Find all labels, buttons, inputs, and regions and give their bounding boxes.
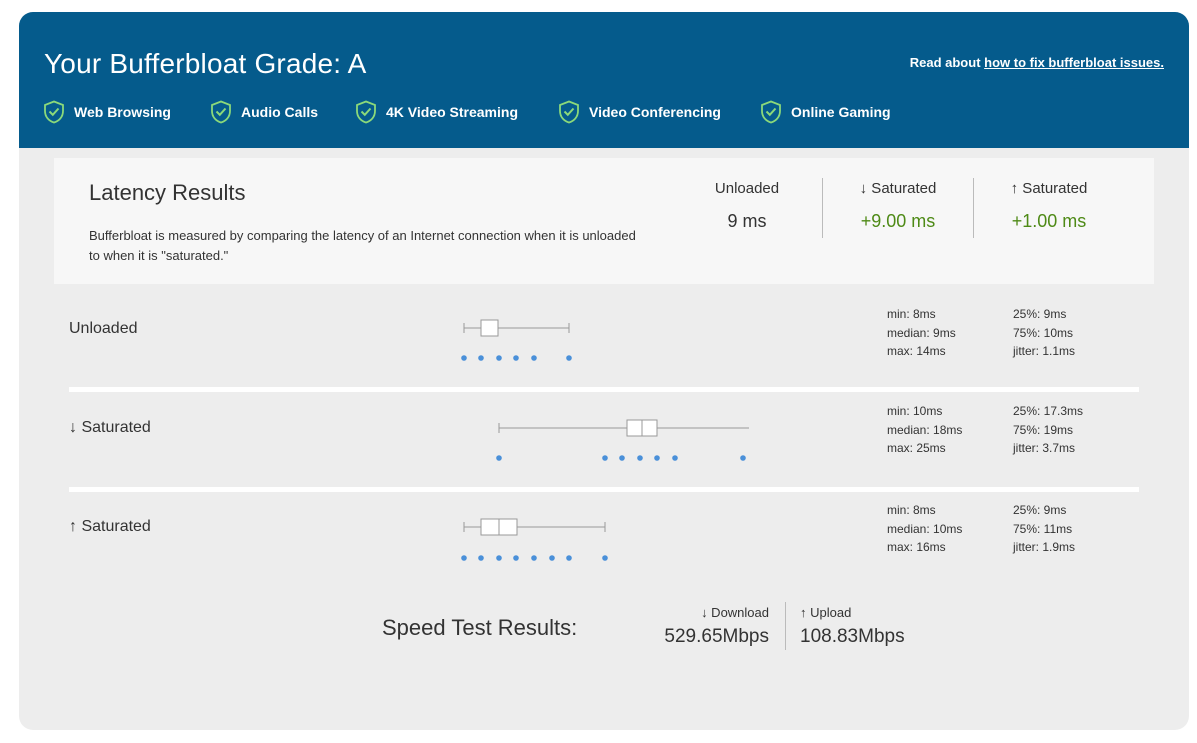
sample-dot <box>496 555 502 561</box>
stat-p75: 75%: 10ms <box>1013 325 1074 340</box>
stat-max: max: 14ms <box>887 344 946 358</box>
badge-video-conferencing: Video Conferencing <box>558 100 721 124</box>
stat-p25: 25%: 9ms <box>1013 503 1067 517</box>
sample-dot <box>740 455 746 461</box>
box-plot <box>461 319 572 361</box>
upload-label: ↑ Upload <box>800 605 852 620</box>
badge-label: 4K Video Streaming <box>386 104 519 120</box>
row-separator <box>69 387 1139 392</box>
sample-dot <box>461 555 467 561</box>
badge-label: Web Browsing <box>74 104 171 120</box>
stat-jitter: jitter: 1.9ms <box>1013 540 1076 554</box>
shield-check-icon <box>44 100 64 124</box>
row-name: Unloaded <box>69 320 138 337</box>
stat-down-saturated: ↓ Saturated +9.00 ms <box>823 180 973 232</box>
badge-web-browsing: Web Browsing <box>43 100 171 124</box>
badge-online-gaming: Online Gaming <box>760 100 891 124</box>
shield-check-icon <box>761 100 781 124</box>
stat-label: ↓ Saturated <box>859 180 937 197</box>
sample-dot <box>654 455 660 461</box>
stat-min: min: 10ms <box>887 404 943 418</box>
stat-p25: 25%: 9ms <box>1013 307 1067 321</box>
stats-left: min: 10ms median: 18ms max: 25ms <box>887 402 962 458</box>
stat-max: max: 16ms <box>887 540 946 554</box>
latency-title: Latency Results <box>89 180 246 205</box>
stat-p75: 75%: 11ms <box>1013 521 1073 536</box>
stat-jitter: jitter: 3.7ms <box>1013 441 1076 455</box>
results-card: Your Bufferbloat Grade: A Read about how… <box>19 12 1189 730</box>
stat-min: min: 8ms <box>887 307 936 321</box>
sample-dot <box>566 555 572 561</box>
download-label: ↓ Download <box>701 605 769 620</box>
row-name: ↑ Saturated <box>69 518 151 535</box>
sample-dot <box>496 455 502 461</box>
sample-dot <box>478 555 484 561</box>
box-plot <box>461 518 608 561</box>
sample-dot <box>531 355 537 361</box>
stat-value: +1.00 ms <box>1011 211 1087 231</box>
stat-up-saturated: ↑ Saturated +1.00 ms <box>974 180 1124 232</box>
stat-median: median: 9ms <box>887 325 956 340</box>
fix-bufferbloat-link[interactable]: how to fix bufferbloat issues. <box>984 55 1164 70</box>
sample-dot <box>531 555 537 561</box>
upload-result: ↑ Upload 108.83Mbps <box>800 605 905 648</box>
stat-value: 9 ms <box>727 211 767 231</box>
sample-dot <box>549 555 555 561</box>
grade-header: Your Bufferbloat Grade: A Read about how… <box>19 12 1189 148</box>
box-plot <box>496 419 749 461</box>
sample-dot <box>637 455 643 461</box>
badge-label: Audio Calls <box>241 104 319 120</box>
stat-max: max: 25ms <box>887 441 946 455</box>
sample-dot <box>478 355 484 361</box>
sample-dot <box>602 455 608 461</box>
download-value: 529.65Mbps <box>664 626 769 647</box>
stats-right: 25%: 17.3ms 75%: 19ms jitter: 3.7ms <box>1013 402 1083 458</box>
speed-test-title: Speed Test Results: <box>382 615 578 640</box>
stat-label: ↑ Saturated <box>1010 180 1088 197</box>
latency-results-panel: Latency Results Bufferbloat is measured … <box>54 158 1154 284</box>
iqr-box <box>480 319 499 337</box>
stat-median: median: 18ms <box>887 422 963 437</box>
badge-label: Online Gaming <box>791 104 891 120</box>
sample-dot <box>566 355 572 361</box>
download-result: ↓ Download 529.65Mbps <box>661 605 769 648</box>
stats-left: min: 8ms median: 9ms max: 14ms <box>887 305 956 361</box>
stat-jitter: jitter: 1.1ms <box>1013 344 1076 358</box>
stat-min: min: 8ms <box>887 503 936 517</box>
shield-check-icon <box>356 100 376 124</box>
fix-prefix: Read about <box>909 55 985 70</box>
upload-value: 108.83Mbps <box>800 626 905 647</box>
sample-dot <box>496 355 502 361</box>
stat-p25: 25%: 17.3ms <box>1013 404 1084 418</box>
badge-label: Video Conferencing <box>589 104 721 120</box>
stat-p75: 75%: 19ms <box>1013 422 1074 437</box>
sample-dot <box>672 455 678 461</box>
sample-dot <box>513 355 519 361</box>
sample-dot <box>619 455 625 461</box>
badge-audio-calls: Audio Calls <box>210 100 318 124</box>
stats-right: 25%: 9ms 75%: 11ms jitter: 1.9ms <box>1013 501 1075 557</box>
stats-right: 25%: 9ms 75%: 10ms jitter: 1.1ms <box>1013 305 1075 361</box>
stat-value: +9.00 ms <box>860 211 936 231</box>
shield-check-icon <box>211 100 231 124</box>
row-separator <box>69 487 1139 492</box>
latency-row-up-saturated: ↑ Saturated min: 8ms median: 10ms max: 1… <box>69 503 1139 603</box>
row-name: ↓ Saturated <box>69 419 151 436</box>
stat-unloaded: Unloaded 9 ms <box>672 180 822 232</box>
latency-description: Bufferbloat is measured by comparing the… <box>89 228 636 263</box>
sample-dot <box>461 355 467 361</box>
grade-title: Your Bufferbloat Grade: A <box>44 48 367 79</box>
stats-left: min: 8ms median: 10ms max: 16ms <box>887 501 962 557</box>
sample-dot <box>513 555 519 561</box>
stat-label: Unloaded <box>714 180 780 197</box>
sample-dot <box>602 555 608 561</box>
shield-check-icon <box>559 100 579 124</box>
badge-4k-video-streaming: 4K Video Streaming <box>355 100 518 124</box>
fix-info: Read about how to fix bufferbloat issues… <box>910 55 1164 70</box>
divider <box>785 602 786 650</box>
stat-median: median: 10ms <box>887 521 963 536</box>
